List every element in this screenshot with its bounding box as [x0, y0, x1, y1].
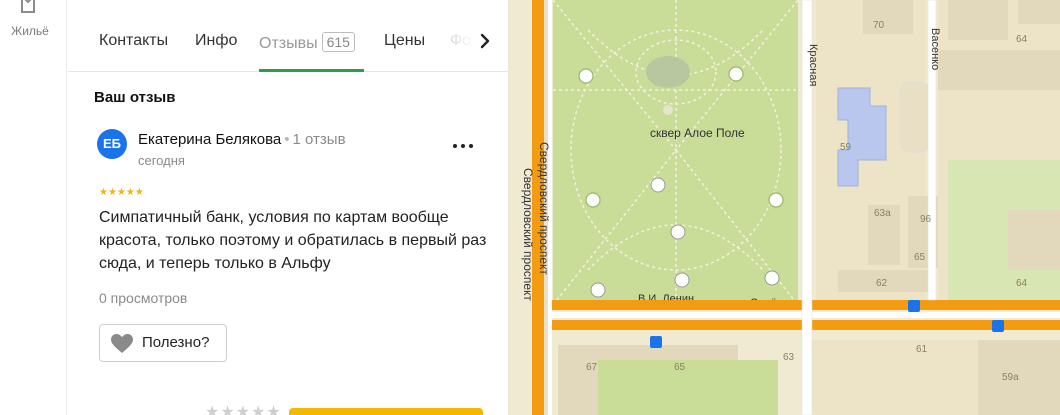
park-label: сквер Алое Поле [650, 126, 745, 140]
building [1018, 0, 1060, 24]
write-review-button[interactable] [289, 408, 483, 415]
tabs-fade [438, 20, 508, 64]
svg-text:65: 65 [674, 362, 686, 373]
housing-label[interactable]: Жильё [0, 24, 60, 38]
author-name[interactable]: Екатерина Белякова [138, 131, 281, 148]
left-rail: Жильё [0, 0, 67, 415]
reviews-count-badge: 615 [321, 32, 355, 52]
rate-stars-input[interactable]: ★★★★★ [205, 402, 282, 415]
useful-button[interactable]: Полезно? [99, 324, 227, 362]
review-date: сегодня [138, 153, 185, 168]
monument-icon [663, 105, 673, 115]
bus-stop-icon[interactable] [650, 336, 662, 348]
svg-text:61: 61 [916, 344, 928, 355]
svg-text:62: 62 [876, 278, 888, 289]
svg-text:96: 96 [920, 214, 932, 225]
svg-text:63а: 63а [874, 208, 891, 219]
building [938, 50, 1060, 90]
map[interactable]: сквер Алое Поле В.И. Ленин Орлёнок Сверд… [508, 0, 1060, 415]
svg-text:64: 64 [1016, 34, 1028, 45]
review-text: Симпатичный банк, условия по картам вооб… [99, 209, 487, 272]
organization-panel: Контакты Инфо Отзывы615 Цены Фо Ваш отзы… [68, 0, 508, 415]
tab-prices[interactable]: Цены [384, 32, 425, 50]
park-fountain [646, 56, 690, 88]
review-author-line: Екатерина Белякова • 1 отзыв [138, 131, 346, 148]
more-options-icon[interactable] [452, 140, 474, 152]
active-tab-indicator [259, 69, 364, 72]
svg-text:65: 65 [914, 252, 926, 263]
housing-icon[interactable] [14, 0, 42, 14]
krasnaya-label: Красная [807, 44, 819, 86]
avatar[interactable]: ЕБ [97, 129, 127, 159]
tab-contacts[interactable]: Контакты [99, 32, 168, 50]
review-rating-stars: ★★★★★ [99, 187, 144, 198]
chevron-right-icon[interactable] [474, 30, 496, 52]
svg-text:67: 67 [586, 362, 598, 373]
avenue-label-2: Свердловский проспект [521, 168, 535, 301]
svg-text:70: 70 [873, 20, 885, 31]
svg-text:63: 63 [783, 352, 795, 363]
building [1008, 210, 1060, 270]
tab-reviews-label: Отзывы [259, 35, 318, 52]
separator-dot: • [284, 131, 290, 148]
tab-info[interactable]: Инфо [195, 32, 237, 50]
review-views: 0 просмотров [99, 290, 188, 306]
vasenko-label: Васенко [929, 28, 941, 70]
map-canvas: сквер Алое Поле В.И. Ленин Орлёнок Сверд… [508, 0, 1060, 415]
tab-reviews[interactable]: Отзывы 615 [259, 32, 355, 53]
tab-bar: Контакты Инфо Отзывы615 Цены Фо [68, 10, 508, 72]
your-review-title: Ваш отзыв [94, 89, 176, 106]
svg-text:59: 59 [840, 142, 852, 153]
svg-text:59а: 59а [1002, 372, 1019, 383]
author-review-count: 1 отзыв [292, 131, 346, 148]
avenue-label: Свердловский проспект [537, 142, 551, 275]
svg-text:64: 64 [1016, 278, 1028, 289]
building [899, 81, 931, 153]
heart-icon [111, 334, 133, 353]
bus-stop-icon[interactable] [908, 300, 920, 312]
useful-label: Полезно? [142, 334, 210, 351]
building [978, 340, 1060, 415]
green-area [598, 360, 778, 415]
building [863, 0, 913, 34]
bus-stop-icon[interactable] [992, 320, 1004, 332]
building [948, 0, 1008, 40]
